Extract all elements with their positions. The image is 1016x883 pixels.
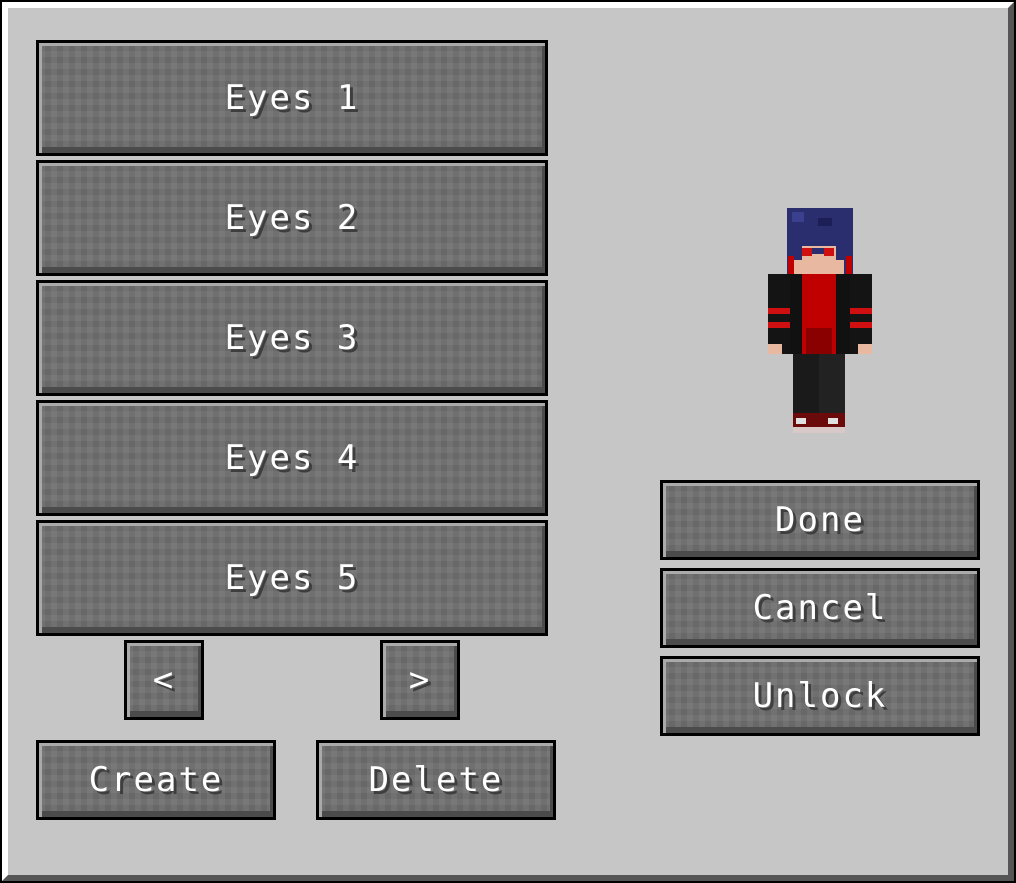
cancel-button[interactable]: Cancel — [660, 568, 980, 648]
hair-red-left — [788, 256, 794, 274]
right-leg — [819, 354, 845, 420]
create-label: Create — [88, 760, 224, 800]
delete-label: Delete — [368, 760, 504, 800]
preset-button-3[interactable]: Eyes 3 — [36, 280, 548, 396]
chevron-right-icon: > — [408, 660, 432, 700]
right-eye — [824, 248, 834, 256]
preset-button-1[interactable]: Eyes 1 — [36, 40, 548, 156]
right-hand — [858, 344, 872, 354]
done-label: Done — [775, 500, 865, 540]
left-arm-stripe-2 — [768, 322, 790, 328]
fringe-left — [794, 246, 802, 260]
fringe-center — [812, 248, 824, 254]
fringe-right — [836, 246, 844, 260]
player-skin-icon — [768, 208, 872, 433]
left-eye — [802, 248, 812, 256]
right-arm-stripe-2 — [850, 322, 872, 328]
unlock-label: Unlock — [752, 676, 888, 716]
left-arm-stripe-1 — [768, 308, 790, 314]
previous-page-button[interactable]: < — [124, 640, 204, 720]
shoe-sole-left — [796, 418, 806, 424]
preset-label: Eyes 4 — [224, 438, 360, 478]
unlock-button[interactable]: Unlock — [660, 656, 980, 736]
preset-button-5[interactable]: Eyes 5 — [36, 520, 548, 636]
shirt-shade — [806, 328, 832, 354]
chevron-left-icon: < — [152, 660, 176, 700]
left-leg — [793, 354, 819, 420]
preset-button-2[interactable]: Eyes 2 — [36, 160, 548, 276]
create-button[interactable]: Create — [36, 740, 276, 820]
preset-label: Eyes 1 — [224, 78, 360, 118]
preset-button-4[interactable]: Eyes 4 — [36, 400, 548, 516]
hair-shade — [818, 218, 832, 226]
preset-label: Eyes 3 — [224, 318, 360, 358]
shoe-base — [793, 427, 845, 433]
delete-button[interactable]: Delete — [316, 740, 556, 820]
preset-label: Eyes 5 — [224, 558, 360, 598]
done-button[interactable]: Done — [660, 480, 980, 560]
cancel-label: Cancel — [752, 588, 888, 628]
left-hand — [768, 344, 782, 354]
preset-label: Eyes 2 — [224, 198, 360, 238]
next-page-button[interactable]: > — [380, 640, 460, 720]
right-arm-stripe-1 — [850, 308, 872, 314]
shoe-sole-right — [828, 418, 838, 424]
hair-red-right — [846, 256, 852, 274]
hair-highlight — [792, 212, 804, 222]
